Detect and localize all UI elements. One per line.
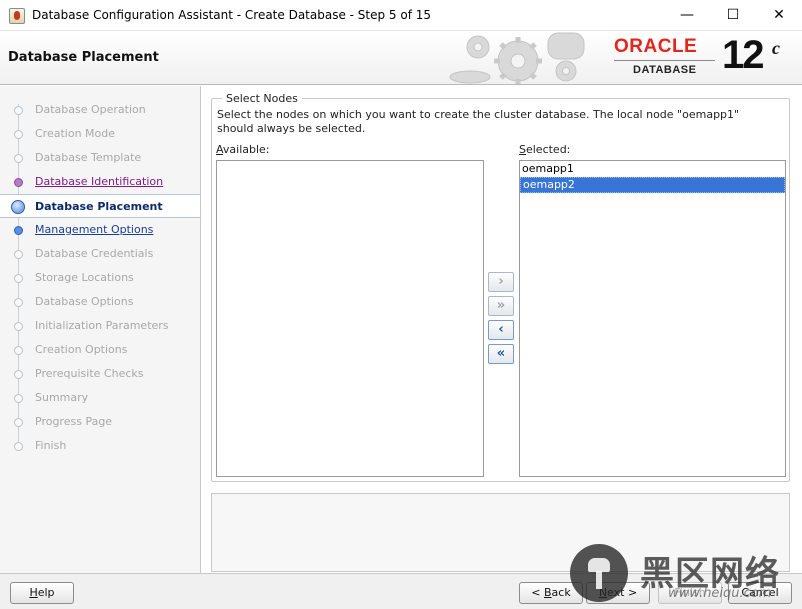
help-button[interactable]: Help xyxy=(10,582,74,604)
step-indicator-icon xyxy=(11,200,25,214)
nav-item-label: Database Operation xyxy=(35,103,146,116)
next-button[interactable]: Next > xyxy=(586,582,650,604)
nav-item-storage-locations: Storage Locations xyxy=(0,266,200,290)
step-indicator-icon xyxy=(14,394,23,403)
nav-item-creation-mode: Creation Mode xyxy=(0,122,200,146)
oracle-product: DATABASE xyxy=(633,64,697,76)
move-all-right-button[interactable]: » xyxy=(488,296,514,316)
nav-item-summary: Summary xyxy=(0,386,200,410)
nav-item-database-placement: Database Placement xyxy=(0,194,200,218)
step-indicator-icon xyxy=(14,250,23,259)
nav-item-label: Finish xyxy=(35,439,67,452)
title-bar: Database Configuration Assistant - Creat… xyxy=(0,0,802,31)
selected-nodes-list[interactable]: oemapp1 oemapp2 xyxy=(519,160,786,477)
step-indicator-icon xyxy=(14,418,23,427)
nav-item-database-credentials: Database Credentials xyxy=(0,242,200,266)
step-indicator-icon xyxy=(14,130,23,139)
instructions-text: Select the nodes on which you want to cr… xyxy=(217,108,740,135)
version-number: 12 xyxy=(722,33,764,77)
step-indicator-icon xyxy=(14,298,23,307)
nav-item-database-options: Database Options xyxy=(0,290,200,314)
nav-item-label: Prerequisite Checks xyxy=(35,367,144,380)
nav-item-label: Initialization Parameters xyxy=(35,319,169,332)
step-indicator-icon xyxy=(14,154,23,163)
nav-item-database-identification[interactable]: Database Identification xyxy=(0,170,200,194)
nav-item-label: Creation Mode xyxy=(35,127,116,140)
oracle-logo: ORACLE xyxy=(614,36,698,57)
step-indicator-icon xyxy=(14,370,23,379)
minimize-button[interactable]: — xyxy=(664,0,710,31)
cancel-button[interactable]: Cancel xyxy=(728,582,792,604)
nav-item-label: Storage Locations xyxy=(35,271,134,284)
step-indicator-icon xyxy=(14,274,23,283)
page-title: Database Placement xyxy=(8,50,159,65)
nav-item-finish: Finish xyxy=(0,434,200,458)
nav-item-label: Database Template xyxy=(35,151,142,164)
group-title: Select Nodes xyxy=(222,92,302,105)
nav-item-label: Database Identification xyxy=(35,175,164,188)
available-label: Available: xyxy=(216,143,270,156)
close-button[interactable]: ✕ xyxy=(756,0,802,31)
list-item[interactable]: oemapp1 xyxy=(520,161,785,177)
step-indicator-icon xyxy=(14,226,23,235)
app-icon xyxy=(9,8,25,24)
move-left-icon: ‹ xyxy=(498,322,504,337)
message-area xyxy=(211,493,790,572)
selected-label: Selected: xyxy=(519,143,571,156)
step-indicator-icon xyxy=(14,106,23,115)
back-button[interactable]: < Back xyxy=(519,582,583,604)
nav-item-progress-page: Progress Page xyxy=(0,410,200,434)
step-navigation: Database Operation Creation Mode Database … xyxy=(0,86,201,573)
gears-graphic-icon xyxy=(449,32,585,84)
nav-item-label: Database Options xyxy=(35,295,134,308)
nav-item-prerequisite-checks: Prerequisite Checks xyxy=(0,362,200,386)
logo-divider xyxy=(614,60,715,61)
header-banner: Database Placement ORACLE DATABASE 12 c xyxy=(0,31,802,85)
window-title: Database Configuration Assistant - Creat… xyxy=(32,8,432,22)
move-all-left-button[interactable]: « xyxy=(488,344,514,364)
step-indicator-icon xyxy=(14,322,23,331)
nav-item-label: Summary xyxy=(35,391,89,404)
version-suffix: c xyxy=(772,38,780,58)
nav-item-database-template: Database Template xyxy=(0,146,200,170)
nav-item-label: Database Placement xyxy=(35,200,163,213)
nav-item-creation-options: Creation Options xyxy=(0,338,200,362)
nav-item-label: Database Credentials xyxy=(35,247,154,260)
nav-item-initialization-parameters: Initialization Parameters xyxy=(0,314,200,338)
nav-item-management-options[interactable]: Management Options xyxy=(0,218,200,242)
move-all-left-icon: « xyxy=(496,346,506,361)
nav-item-label: Progress Page xyxy=(35,415,113,428)
nav-item-database-operation: Database Operation xyxy=(0,98,200,122)
step-indicator-icon xyxy=(14,346,23,355)
nav-item-label: Creation Options xyxy=(35,343,128,356)
available-nodes-list[interactable] xyxy=(216,160,484,477)
maximize-button[interactable]: ☐ xyxy=(710,0,756,31)
list-item[interactable]: oemapp2 xyxy=(520,177,785,193)
nav-item-label: Management Options xyxy=(35,223,154,236)
move-all-right-icon: » xyxy=(496,298,506,313)
move-left-button[interactable]: ‹ xyxy=(488,320,514,340)
finish-button[interactable]: Finish xyxy=(658,582,722,604)
move-right-icon: › xyxy=(498,274,504,289)
move-right-button[interactable]: › xyxy=(488,272,514,292)
step-indicator-icon xyxy=(14,442,23,451)
step-indicator-icon xyxy=(14,178,23,187)
